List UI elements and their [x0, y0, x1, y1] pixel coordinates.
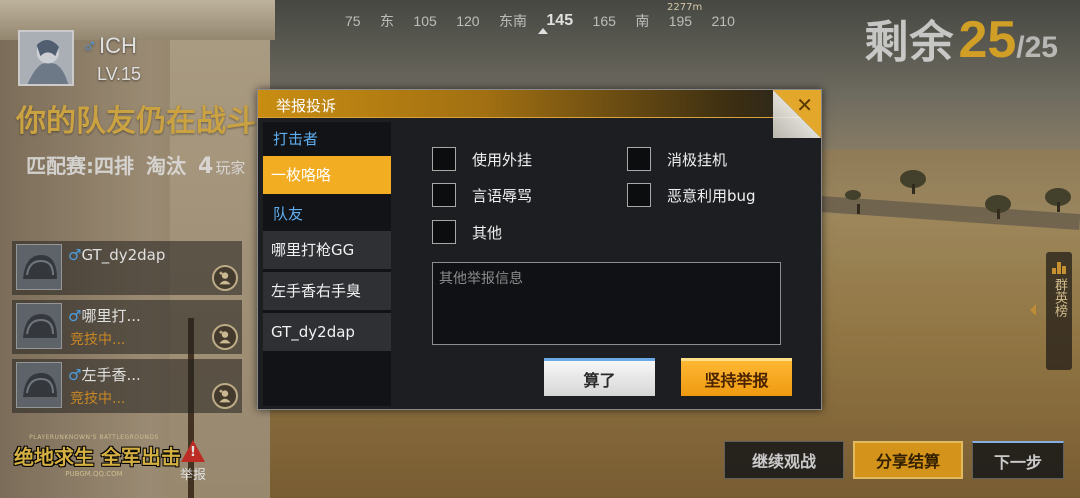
report-target-attacker[interactable]: 一枚咯咯 — [263, 156, 391, 194]
reason-verbal-abuse[interactable]: 言语辱骂 — [432, 183, 532, 207]
report-dialog: 举报投诉 ✕ 打击者 一枚咯咯 队友 哪里打枪GG 左手香右手臭 GT_dy2d… — [257, 89, 822, 410]
reason-other[interactable]: 其他 — [432, 220, 502, 244]
report-target-list: 打击者 一枚咯咯 队友 哪里打枪GG 左手香右手臭 GT_dy2dap — [263, 122, 391, 406]
reason-cheating[interactable]: 使用外挂 — [432, 147, 532, 171]
reason-label: 言语辱骂 — [472, 186, 533, 205]
dialog-title: 举报投诉 — [276, 97, 337, 115]
reason-label: 恶意利用bug — [667, 186, 756, 205]
reason-label: 消极挂机 — [667, 150, 728, 169]
cancel-button[interactable]: 算了 — [544, 358, 655, 396]
report-target-teammate[interactable]: 左手香右手臭 — [263, 272, 391, 310]
attacker-section-label: 打击者 — [273, 130, 319, 148]
checkbox[interactable] — [432, 147, 456, 171]
report-target-teammate[interactable]: GT_dy2dap — [263, 313, 391, 351]
reason-label: 其他 — [472, 223, 503, 242]
submit-report-button[interactable]: 坚持举报 — [681, 358, 792, 396]
reason-bug-exploit[interactable]: 恶意利用bug — [627, 183, 756, 207]
reason-label: 使用外挂 — [472, 150, 533, 169]
close-button[interactable]: ✕ — [773, 90, 821, 138]
close-icon: ✕ — [796, 93, 813, 117]
other-info-input[interactable] — [432, 262, 781, 345]
reason-afk[interactable]: 消极挂机 — [627, 147, 727, 171]
report-target-teammate[interactable]: 哪里打枪GG — [263, 231, 391, 269]
checkbox[interactable] — [627, 147, 651, 171]
checkbox[interactable] — [432, 183, 456, 207]
checkbox[interactable] — [627, 183, 651, 207]
dialog-title-bar: 举报投诉 — [258, 90, 821, 118]
teammate-section-label: 队友 — [273, 205, 304, 223]
checkbox[interactable] — [432, 220, 456, 244]
